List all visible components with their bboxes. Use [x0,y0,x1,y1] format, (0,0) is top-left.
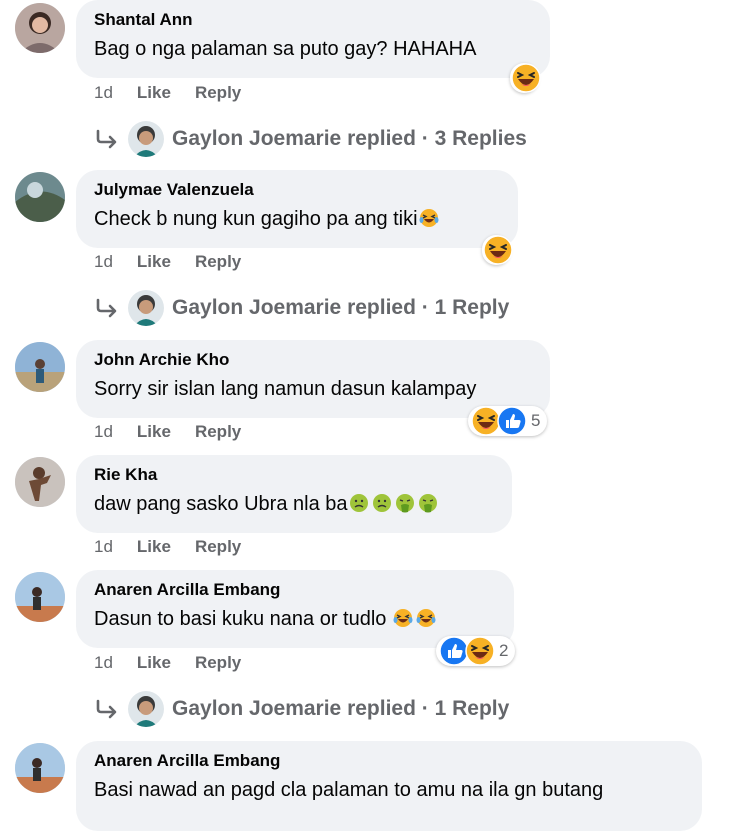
reply-button[interactable]: Reply [195,83,241,102]
avatar[interactable] [15,3,65,53]
replies-text: Gaylon Joemarie replied · 1 Reply [172,697,510,720]
like-button[interactable]: Like [137,252,171,271]
laughing-tears-emoji [416,608,436,628]
reaction-count: 5 [531,411,541,430]
comment-author[interactable]: John Archie Kho [94,350,532,370]
avatar[interactable] [15,572,65,622]
comment-author[interactable]: Rie Kha [94,465,494,485]
like-button[interactable]: Like [137,83,171,102]
haha-reaction-icon [465,636,495,666]
avatar[interactable] [15,457,65,507]
avatar[interactable] [15,743,65,793]
laughing-tears-emoji [419,208,439,228]
comment-text-content: daw pang sasko Ubra nla ba [94,493,348,515]
comment-time[interactable]: 1d [94,83,113,102]
comment-text: Dasun to basi kuku nana or tudlo [94,606,496,632]
laughing-tears-emoji [393,608,413,628]
avatar [128,691,164,727]
reply-arrow-icon [94,128,120,150]
comment-author[interactable]: Anaren Arcilla Embang [94,751,684,771]
avatar [128,121,164,157]
comment-text: Bag o nga palaman sa puto gay? HAHAHA [94,38,477,60]
comment-actions: 1d Like Reply [94,83,241,103]
nauseated-emoji [372,493,392,513]
nauseated-emoji [349,493,369,513]
comment-text: Check b nung kun gagiho pa ang tiki [94,206,500,232]
comment-bubble: Shantal Ann Bag o nga palaman sa puto ga… [76,0,550,78]
reply-arrow-icon [94,698,120,720]
avatar[interactable] [15,342,65,392]
reply-arrow-icon [94,297,120,319]
reaction-summary[interactable]: 2 [436,636,516,666]
vomiting-emoji [395,493,415,513]
like-button[interactable]: Like [137,653,171,672]
haha-reaction-icon [511,63,541,93]
comment-text: Basi nawad an pagd cla palaman to amu na… [94,779,604,801]
reaction-summary[interactable]: 5 [468,406,548,436]
comment-bubble: Julymae Valenzuela Check b nung kun gagi… [76,170,518,248]
comment-text-content: Dasun to basi kuku nana or tudlo [94,608,392,630]
reaction-summary[interactable] [482,235,510,265]
like-button[interactable]: Like [137,537,171,556]
vomiting-emoji [418,493,438,513]
comment-time[interactable]: 1d [94,422,113,441]
reply-button[interactable]: Reply [195,422,241,441]
comment-time[interactable]: 1d [94,537,113,556]
comment-actions: 1d Like Reply [94,422,241,442]
comment-text: daw pang sasko Ubra nla ba [94,491,494,517]
comment-bubble: Anaren Arcilla Embang Basi nawad an pagd… [76,741,702,831]
view-replies-link[interactable]: Gaylon Joemarie replied · 1 Reply [94,691,509,727]
view-replies-link[interactable]: Gaylon Joemarie replied · 1 Reply [94,290,509,326]
reaction-count: 2 [499,641,509,660]
like-button[interactable]: Like [137,422,171,441]
replies-text: Gaylon Joemarie replied · 3 Replies [172,127,527,150]
comment-author[interactable]: Shantal Ann [94,10,532,30]
reply-button[interactable]: Reply [195,252,241,271]
comment-time[interactable]: 1d [94,653,113,672]
comment-actions: 1d Like Reply [94,537,241,557]
avatar[interactable] [15,172,65,222]
like-reaction-icon [497,406,527,436]
comment-author[interactable]: Julymae Valenzuela [94,180,500,200]
comment-actions: 1d Like Reply [94,252,241,272]
comment-actions: 1d Like Reply [94,653,241,673]
reply-button[interactable]: Reply [195,537,241,556]
view-replies-link[interactable]: Gaylon Joemarie replied · 3 Replies [94,121,527,157]
avatar [128,290,164,326]
comment-text: Sorry sir islan lang namun dasun kalampa… [94,378,477,400]
comment-author[interactable]: Anaren Arcilla Embang [94,580,496,600]
comment-bubble: Rie Kha daw pang sasko Ubra nla ba [76,455,512,533]
reaction-summary[interactable] [510,63,538,93]
comment-time[interactable]: 1d [94,252,113,271]
comment-text-content: Check b nung kun gagiho pa ang tiki [94,208,418,230]
replies-text: Gaylon Joemarie replied · 1 Reply [172,296,510,319]
reply-button[interactable]: Reply [195,653,241,672]
haha-reaction-icon [483,235,513,265]
